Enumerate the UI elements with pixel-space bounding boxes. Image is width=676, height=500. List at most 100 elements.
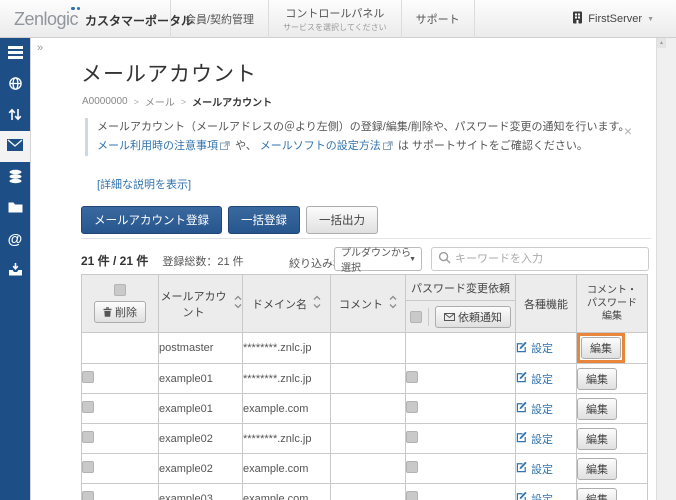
password-row-checkbox[interactable] (406, 371, 418, 383)
breadcrumb-separator: > (133, 96, 139, 107)
breadcrumb-account[interactable]: A0000000 (82, 96, 128, 107)
row-checkbox[interactable] (82, 401, 94, 413)
table-row: example02 example.com 設定 編集 (81, 453, 648, 484)
settings-link[interactable]: 設定 (516, 431, 553, 447)
breadcrumb: A0000000 > メール > メールアカウント (82, 94, 272, 109)
sidebar-item-import[interactable] (0, 255, 30, 286)
tab-support[interactable]: サポート (400, 0, 475, 38)
sort-icon[interactable] (234, 295, 242, 312)
chevron-down-icon: ▼ (647, 15, 654, 23)
header-password-request: パスワード変更依頼 依頼通知 (405, 274, 516, 333)
register-mail-account-button[interactable]: メールアカウント登録 (81, 206, 222, 234)
header-account[interactable]: メールアカウント (158, 274, 243, 333)
row-checkbox[interactable] (82, 491, 94, 500)
edit-button[interactable]: 編集 (577, 367, 617, 390)
pencil-square-icon (516, 371, 528, 386)
table-row: example01 ********.znlc.jp 設定 編集 (81, 363, 648, 394)
detail-description-link[interactable]: [詳細な説明を表示] (97, 176, 191, 192)
sidebar-nav: @ (0, 38, 30, 500)
edit-button[interactable]: 編集 (577, 457, 617, 480)
mail-account-table: 削除 メールアカウント ドメイン名 コメント パスワード変更依頼 依頼通知 各種… (81, 274, 648, 500)
pencil-square-icon (516, 491, 528, 500)
settings-link[interactable]: 設定 (516, 340, 553, 356)
list-icon (7, 45, 23, 62)
account-cell: example03 (158, 483, 243, 500)
count-total: 登録総数：21 件 (162, 255, 244, 268)
settings-link[interactable]: 設定 (516, 401, 553, 417)
sort-icon[interactable] (389, 295, 397, 312)
table-row: example02 ********.znlc.jp 設定 編集 (81, 423, 648, 454)
search-input[interactable] (455, 253, 642, 265)
scrollbar[interactable]: ▲ (656, 38, 666, 500)
row-checkbox[interactable] (82, 461, 94, 473)
password-select-all-checkbox[interactable] (409, 310, 422, 323)
link-mail-software-setup[interactable]: メールソフトの設定方法 (260, 140, 381, 152)
account-menu[interactable]: FirstServer ▼ (572, 0, 654, 38)
zenlogic-logo[interactable]: Zenlogic カスタマーポータル (14, 0, 193, 38)
link-mail-precautions[interactable]: メール利用時の注意事項 (97, 140, 218, 152)
table-row: postmaster ********.znlc.jp 設定 編集 (81, 332, 648, 364)
external-link-icon (220, 138, 230, 157)
folder-icon (8, 201, 23, 216)
row-checkbox[interactable] (82, 371, 94, 383)
envelope-icon (443, 312, 455, 324)
sidebar-item-list[interactable] (0, 38, 30, 69)
edit-button[interactable]: 編集 (581, 337, 621, 359)
server-icon (572, 11, 583, 27)
notice-close-icon[interactable]: × (624, 124, 632, 138)
select-all-checkbox[interactable] (114, 284, 126, 296)
sidebar-item-mail[interactable] (0, 131, 30, 162)
domain-cell: ********.znlc.jp (242, 363, 331, 394)
scroll-up-arrow-icon[interactable]: ▲ (657, 38, 666, 48)
notify-request-button[interactable]: 依頼通知 (434, 305, 512, 328)
filter-dropdown[interactable]: プルダウンから選択 ▼ (334, 247, 422, 274)
password-row-checkbox[interactable] (406, 491, 418, 500)
edit-button[interactable]: 編集 (577, 487, 617, 500)
highlight-frame: 編集 (577, 333, 625, 363)
sidebar-expand-toggle[interactable]: » (37, 42, 43, 54)
top-header: Zenlogic カスタマーポータル 会員/契約管理 コントロールパネル サービ… (0, 0, 676, 38)
header-comment[interactable]: コメント (330, 274, 406, 333)
chevron-down-icon: ▼ (409, 255, 416, 263)
sidebar-item-at[interactable]: @ (0, 224, 30, 255)
comment-cell (330, 363, 406, 394)
password-row-checkbox[interactable] (406, 461, 418, 473)
divider (81, 238, 651, 239)
header-delete: 削除 (81, 274, 159, 333)
logo-text: Zenlogic (14, 6, 80, 29)
bulk-register-button[interactable]: 一括登録 (228, 206, 300, 234)
tab-member-management[interactable]: 会員/契約管理 (170, 0, 268, 38)
edit-button[interactable]: 編集 (577, 397, 617, 420)
breadcrumb-mail[interactable]: メール (145, 94, 175, 109)
header-domain[interactable]: ドメイン名 (242, 274, 331, 333)
domain-cell: example.com (242, 483, 331, 500)
settings-link[interactable]: 設定 (516, 491, 553, 500)
tab-control-panel[interactable]: コントロールパネル サービスを選択してください (268, 0, 401, 38)
edit-button[interactable]: 編集 (577, 427, 617, 450)
comment-cell (330, 453, 406, 484)
settings-link[interactable]: 設定 (516, 371, 553, 387)
domain-cell: ********.znlc.jp (242, 423, 331, 454)
sidebar-item-database[interactable] (0, 162, 30, 193)
table-row: example01 example.com 設定 編集 (81, 393, 648, 424)
settings-link[interactable]: 設定 (516, 461, 553, 477)
sidebar-item-transfer[interactable] (0, 100, 30, 131)
password-row-checkbox[interactable] (406, 401, 418, 413)
pencil-square-icon (516, 461, 528, 476)
password-row-checkbox[interactable] (406, 431, 418, 443)
globe-icon (8, 76, 23, 94)
main-content: » メールアカウント A0000000 > メール > メールアカウント メール… (30, 38, 666, 500)
pencil-square-icon (516, 431, 528, 446)
sidebar-item-domain[interactable] (0, 69, 30, 100)
bulk-export-button[interactable]: 一括出力 (306, 206, 378, 234)
table-row: example03 example.com 設定 編集 (81, 483, 648, 500)
notice-line1: メールアカウント（メールアドレスの＠より左側）の登録/編集/削除や、パスワード変… (97, 121, 630, 133)
table-header-row: 削除 メールアカウント ドメイン名 コメント パスワード変更依頼 依頼通知 各種… (81, 274, 648, 333)
sort-icon[interactable] (313, 295, 321, 312)
sidebar-item-folder[interactable] (0, 193, 30, 224)
delete-button[interactable]: 削除 (93, 301, 147, 323)
page-title: メールアカウント (81, 63, 257, 86)
row-checkbox[interactable] (82, 431, 94, 443)
pencil-square-icon (516, 401, 528, 416)
keyword-search (431, 247, 649, 271)
